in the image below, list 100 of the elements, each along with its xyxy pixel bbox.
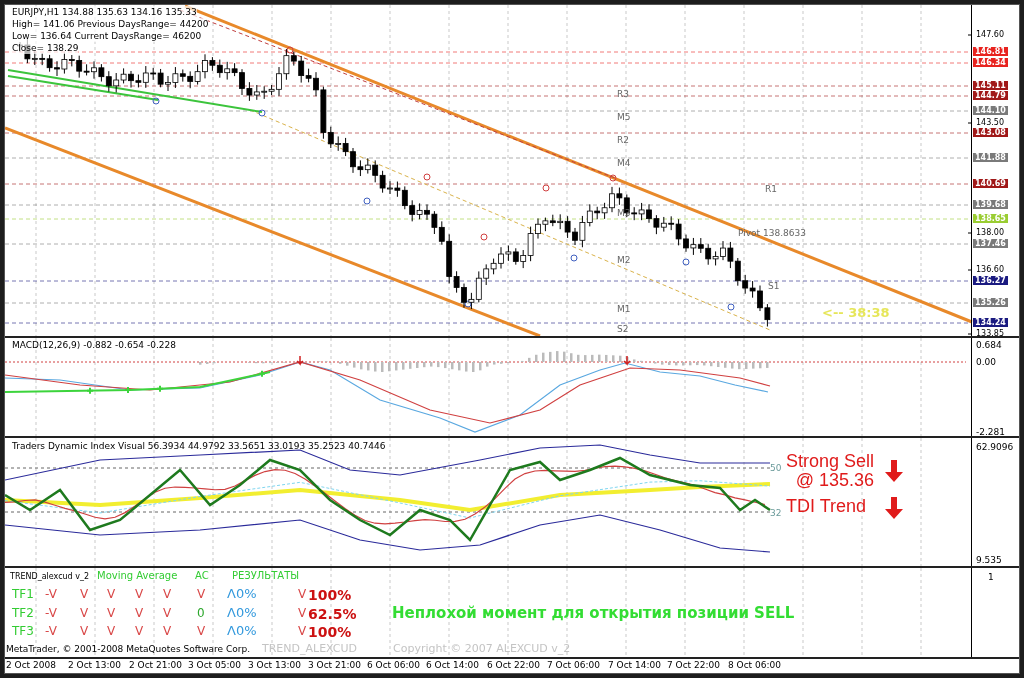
signal-value: V bbox=[135, 625, 144, 637]
axis-label: 1 bbox=[988, 571, 994, 583]
price-tag: 136.27 bbox=[973, 276, 1008, 285]
price-tag: 134.24 bbox=[973, 318, 1008, 327]
fractal-marker bbox=[423, 173, 431, 181]
fractal-marker bbox=[542, 184, 550, 192]
signal-message: Неплохой момент для открытия позиции SELL bbox=[392, 605, 795, 621]
trend-value: Λ0% bbox=[227, 607, 257, 619]
price-tag: 143.08 bbox=[973, 128, 1008, 137]
level-label: 32 bbox=[770, 507, 782, 519]
fractal-marker bbox=[609, 174, 617, 182]
axis-label: 0.00 bbox=[976, 356, 997, 368]
axis-label: -2.281 bbox=[976, 426, 1005, 436]
price-label: 136.60 bbox=[976, 265, 1004, 274]
down-arrow-icon bbox=[885, 497, 903, 519]
copyright-text: MetaTrader, © 2001-2008 MetaQuotes Software Corp. bbox=[6, 643, 251, 655]
time-label: 8 Oct 06:00 bbox=[728, 659, 781, 671]
trend-signal: TDI Trend bbox=[786, 497, 867, 516]
time-label: 7 Oct 22:00 bbox=[667, 659, 720, 671]
axis-label: 0.684 bbox=[976, 339, 1002, 351]
level-label: 50 bbox=[770, 462, 782, 474]
strong-sell-signal: Strong Sell @ 135.36 bbox=[786, 452, 875, 490]
time-label: 3 Oct 05:00 bbox=[188, 659, 241, 671]
fractal-marker bbox=[152, 97, 160, 105]
price-label: 133.85 bbox=[976, 329, 1004, 336]
trend-value: Λ0% bbox=[227, 625, 257, 637]
fractal-marker bbox=[258, 109, 266, 117]
signal-value: V bbox=[163, 625, 172, 637]
signal-value: V bbox=[135, 607, 144, 619]
signal-value: V bbox=[80, 588, 89, 600]
result-percent: 100% bbox=[308, 625, 352, 639]
column-header: AC bbox=[195, 570, 209, 582]
price-tag: 137.46 bbox=[973, 239, 1008, 248]
timeframe-label: TF3 bbox=[12, 625, 34, 637]
trend-value: Λ0% bbox=[227, 588, 257, 600]
price-tag: 138.65 bbox=[973, 214, 1008, 223]
signal-value: V bbox=[80, 607, 89, 619]
time-label: 3 Oct 21:00 bbox=[308, 659, 361, 671]
price-label: 138.00 bbox=[976, 228, 1004, 237]
fractal-marker bbox=[727, 303, 735, 311]
result-percent: 62.5% bbox=[308, 607, 357, 621]
price-tag: 146.34 bbox=[973, 58, 1008, 67]
fractal-marker bbox=[570, 254, 578, 262]
axis-label: 62.9096 bbox=[976, 441, 1014, 453]
price-tag: 139.68 bbox=[973, 200, 1008, 209]
price-tag: 140.69 bbox=[973, 179, 1008, 188]
price-tag: 144.10 bbox=[973, 106, 1008, 115]
pivot-label: M5 bbox=[617, 112, 631, 122]
price-label: 147.60 bbox=[976, 30, 1004, 39]
time-label: 3 Oct 13:00 bbox=[248, 659, 301, 671]
price-tag: 145.11 bbox=[973, 81, 1008, 90]
time-label: 2 Oct 2008 bbox=[6, 659, 56, 671]
timeframe-label: TF1 bbox=[12, 588, 34, 600]
column-header: РЕЗУЛЬТАТЫ bbox=[232, 570, 300, 582]
timeframe-label: TF2 bbox=[12, 607, 34, 619]
pivot-label: S2 bbox=[617, 324, 629, 334]
signal-value: V bbox=[107, 625, 116, 637]
ac-value: V bbox=[197, 625, 206, 637]
indicator-title: TREND_alexcud v_2 bbox=[10, 571, 90, 583]
down-arrow-icon bbox=[885, 460, 903, 482]
countdown-label: <-- 38:38 bbox=[822, 306, 890, 320]
signal-value: V bbox=[107, 607, 116, 619]
chart-symbol-info: EURJPY,H1 134.88 135.63 134.16 135.33 bbox=[12, 6, 197, 18]
result-mark: V bbox=[298, 588, 307, 600]
price-tag: 141.88 bbox=[973, 153, 1008, 162]
signal-value: -V bbox=[45, 625, 57, 637]
axis-label: 9.535 bbox=[976, 554, 1002, 566]
time-label: 7 Oct 06:00 bbox=[547, 659, 600, 671]
ac-value: 0 bbox=[197, 607, 205, 619]
time-label: 6 Oct 14:00 bbox=[426, 659, 479, 671]
signal-value: V bbox=[135, 588, 144, 600]
pivot-label: R2 bbox=[617, 135, 629, 145]
price-tag: 135.26 bbox=[973, 298, 1008, 307]
result-mark: V bbox=[298, 625, 307, 637]
time-label: 6 Oct 22:00 bbox=[487, 659, 540, 671]
indicator-label: Copyright © 2007 ALEXCUD v_2 bbox=[393, 643, 571, 655]
pivot-label: M4 bbox=[617, 158, 631, 168]
fractal-marker bbox=[363, 197, 371, 205]
signal-value: -V bbox=[45, 588, 57, 600]
price-tag: 146.81 bbox=[973, 47, 1008, 56]
fractal-marker bbox=[464, 300, 472, 308]
indicator-label: TREND_ALEXCUD bbox=[262, 643, 358, 655]
result-mark: V bbox=[298, 607, 307, 619]
pivot-label: R1 bbox=[765, 184, 777, 194]
time-label: 7 Oct 14:00 bbox=[608, 659, 661, 671]
time-label: 6 Oct 06:00 bbox=[367, 659, 420, 671]
fractal-marker bbox=[682, 258, 690, 266]
ac-value: V bbox=[197, 588, 206, 600]
signal-value: V bbox=[163, 588, 172, 600]
pivot-label: S1 bbox=[768, 281, 780, 291]
indicator-title: MACD(12,26,9) -0.882 -0.654 -0.228 bbox=[12, 339, 176, 351]
pivot-label: R3 bbox=[617, 89, 629, 99]
fractal-marker bbox=[286, 46, 294, 54]
result-percent: 100% bbox=[308, 588, 352, 602]
price-tag: 144.79 bbox=[973, 91, 1008, 100]
price-label: 143.50 bbox=[976, 118, 1004, 127]
indicator-title: Traders Dynamic Index Visual 56.3934 44.9792 33.5651 33.0193 35.2523 40.7446 bbox=[12, 440, 386, 452]
signal-value: -V bbox=[45, 607, 57, 619]
pivot-label: M2 bbox=[617, 255, 631, 265]
signal-value: V bbox=[107, 588, 116, 600]
